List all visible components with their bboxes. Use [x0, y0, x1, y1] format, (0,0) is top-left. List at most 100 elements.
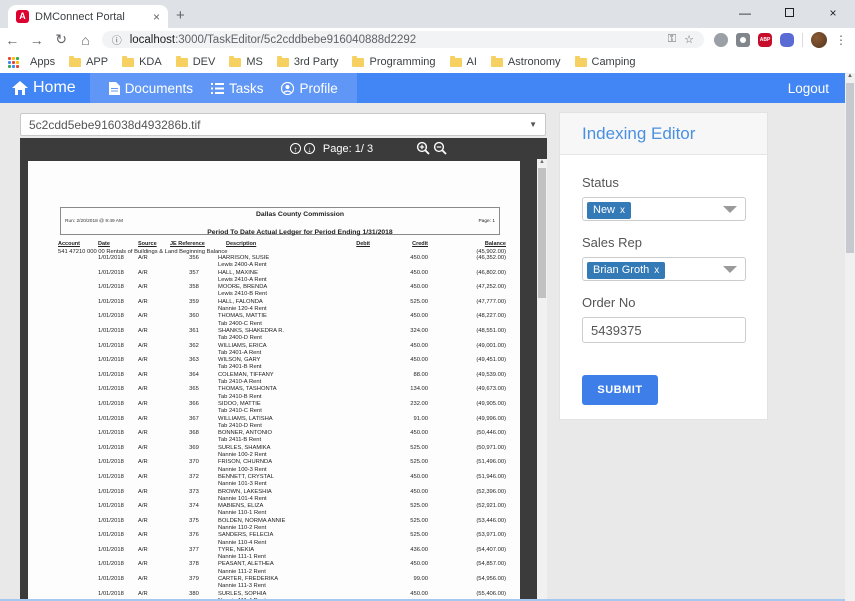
extension-icon[interactable]	[714, 33, 728, 47]
bookmark-star-icon[interactable]: ☆	[684, 33, 694, 46]
tab-title: DMConnect Portal	[35, 11, 149, 23]
document-icon	[109, 82, 120, 95]
site-info-icon[interactable]: ⓘ	[112, 32, 122, 47]
ledger-page-number: Page: 1	[449, 219, 499, 224]
bookmark-folder[interactable]: Camping	[575, 56, 636, 68]
url-text[interactable]: localhost:3000/TaskEditor/5c2cddbebe9160…	[130, 34, 660, 46]
browser-tab[interactable]: A DMConnect Portal ×	[8, 5, 168, 28]
page-scrollbar[interactable]: ▲	[845, 73, 855, 601]
ledger-row: 1/01/2018 A/R 378 PEASANT, ALETHEA 450.0…	[58, 561, 506, 576]
bookmark-folder[interactable]: KDA	[122, 56, 162, 68]
indexing-editor-panel: Indexing Editor Status Newx Sales Rep Br…	[559, 112, 768, 420]
nav-item-home[interactable]: Home	[12, 79, 76, 97]
sales-rep-select[interactable]: Brian Grothx	[582, 257, 746, 281]
zoom-in-icon[interactable]	[416, 141, 430, 155]
bookmark-apps[interactable]: Apps	[8, 56, 55, 68]
browser-toolbar: ← → ↻ ⌂ ⓘ localhost:3000/TaskEditor/5c2c…	[0, 28, 855, 51]
apps-grid-icon	[8, 57, 19, 68]
ledger-row: 1/01/2018 A/R 366 SIDOO, MATTIE 232.00 (…	[58, 401, 506, 416]
logout-link[interactable]: Logout	[788, 81, 829, 96]
folder-icon	[450, 58, 462, 67]
folder-icon	[69, 58, 81, 67]
bookmark-folder[interactable]: APP	[69, 56, 108, 68]
window-close-button[interactable]: ×	[811, 0, 855, 28]
ledger-row: 1/01/2018 A/R 357 HALL, MAXINE 450.00 (4…	[58, 270, 506, 285]
bookmark-folder[interactable]: DEV	[176, 56, 216, 68]
folder-icon	[491, 58, 503, 67]
ledger-row: 1/01/2018 A/R 377 TYRE, NEKIA 436.00 (54…	[58, 547, 506, 562]
bookmark-folder[interactable]: AI	[450, 56, 477, 68]
tab-close-icon[interactable]: ×	[153, 10, 160, 24]
forward-button[interactable]: →	[24, 32, 48, 48]
window-maximize-button[interactable]	[767, 0, 811, 28]
page-indicator: Page: 1/ 3	[323, 143, 373, 155]
window-minimize-button[interactable]: —	[723, 0, 767, 28]
bookmark-folder[interactable]: MS	[229, 56, 263, 68]
bookmark-folder[interactable]: Astronomy	[491, 56, 561, 68]
chrome-menu-icon[interactable]: ⋮	[835, 33, 847, 47]
ledger-column-headers: Account Date Source JE Reference Descrip…	[58, 241, 506, 247]
sales-rep-label: Sales Rep	[582, 235, 745, 250]
shield-extension-icon[interactable]	[780, 33, 794, 47]
reload-button[interactable]: ↻	[49, 31, 73, 48]
ledger-row: 1/01/2018 A/R 370 FRISON, CHURNDA 525.00…	[58, 459, 506, 474]
ledger-row: 1/01/2018 A/R 375 BOLDEN, NORMA ANNIE 52…	[58, 518, 506, 533]
page-down-icon[interactable]: ↓	[304, 143, 315, 154]
back-button[interactable]: ←	[0, 32, 24, 48]
document-file-select[interactable]: 5c2cdd5ebe916038d493286b.tif ▼	[20, 113, 546, 136]
password-key-icon[interactable]: ⚿	[668, 33, 676, 46]
order-no-input[interactable]	[582, 317, 746, 343]
folder-icon	[122, 58, 134, 67]
bookmark-folder[interactable]: Programming	[352, 56, 435, 68]
ledger-row: 1/01/2018 A/R 359 HALL, FALONDA 525.00 (…	[58, 299, 506, 314]
browser-window: A DMConnect Portal × + — × ← → ↻ ⌂ ⓘ loc…	[0, 0, 855, 601]
bookmark-folder[interactable]: 3rd Party	[277, 56, 339, 68]
browser-home-button[interactable]: ⌂	[73, 32, 97, 48]
ledger-title: Dallas County Commission	[256, 211, 344, 218]
selected-filename: 5c2cdd5ebe916038d493286b.tif	[29, 118, 201, 132]
nav-item-profile[interactable]: Profile	[281, 81, 337, 96]
page-up-icon[interactable]: ↑	[290, 143, 301, 154]
ledger-row: 1/01/2018 A/R 360 THOMAS, MATTIE 450.00 …	[58, 313, 506, 328]
tif-viewer: ↑ ↓ Page: 1/ 3 Run: 2/20/2018 @ 9:49 AM …	[20, 138, 547, 601]
home-icon	[12, 81, 28, 95]
folder-icon	[352, 58, 364, 67]
ledger-subtitle: Period To Date Actual Ledger for Period …	[207, 229, 392, 236]
sales-rep-tag: Brian Grothx	[587, 262, 665, 279]
ledger-row: 1/01/2018 A/R 376 SANDERS, FELECIA 525.0…	[58, 532, 506, 547]
document-canvas[interactable]: Run: 2/20/2018 @ 9:49 AM Dallas County C…	[20, 159, 537, 601]
folder-icon	[575, 58, 587, 67]
panel-header: Indexing Editor	[560, 113, 767, 155]
app-navbar: Home Documents Tasks Profile Logout	[0, 73, 845, 103]
ledger-row: 1/01/2018 A/R 364 COLEMAN, TIFFANY 88.00…	[58, 372, 506, 387]
new-tab-button[interactable]: +	[176, 7, 185, 24]
ledger-row: 1/01/2018 A/R 379 CARTER, FREDERIKA 99.0…	[58, 576, 506, 591]
ledger-row: 1/01/2018 A/R 361 SHANKS, SHAKEDRA R. 32…	[58, 328, 506, 343]
bookmarks-bar: Apps APP KDA DEV MS 3rd Party Programmin…	[0, 51, 855, 73]
screenshot-extension-icon[interactable]	[736, 33, 750, 47]
profile-avatar[interactable]	[811, 32, 827, 48]
nav-item-tasks[interactable]: Tasks	[211, 81, 264, 96]
ledger-row: 1/01/2018 A/R 356 HARRISON, SUSIE 450.00…	[58, 255, 506, 270]
ledger-row: 1/01/2018 A/R 374 MABIENS, ELIZA 525.00 …	[58, 503, 506, 518]
ledger-row: 1/01/2018 A/R 362 WILLIAMS, ERICA 450.00…	[58, 343, 506, 358]
viewer-scrollbar[interactable]: ▲	[537, 159, 547, 601]
submit-button[interactable]: SUBMIT	[582, 375, 658, 405]
ledger-row: 1/01/2018 A/R 363 WILSON, GARY 450.00 (4…	[58, 357, 506, 372]
ledger-row: 1/01/2018 A/R 365 THOMAS, TASHONTA 134.0…	[58, 386, 506, 401]
adblock-extension-icon[interactable]: ABP	[758, 33, 772, 47]
address-bar[interactable]: ⓘ localhost:3000/TaskEditor/5c2cddbebe91…	[102, 31, 704, 48]
task-list-icon	[211, 83, 224, 94]
profile-icon	[281, 82, 294, 95]
status-tag-remove-icon[interactable]: x	[620, 205, 625, 216]
sales-rep-tag-remove-icon[interactable]: x	[654, 265, 659, 276]
status-select[interactable]: Newx	[582, 197, 746, 221]
panel-title: Indexing Editor	[582, 124, 695, 144]
page-content: 5c2cdd5ebe916038d493286b.tif ▼ ↑ ↓ Page:…	[0, 103, 855, 601]
folder-icon	[229, 58, 241, 67]
folder-icon	[277, 58, 289, 67]
toolbar-divider	[802, 33, 803, 47]
zoom-out-icon[interactable]	[433, 141, 447, 155]
nav-item-documents[interactable]: Documents	[109, 81, 193, 96]
run-timestamp: Run: 2/20/2018 @ 9:49 AM	[61, 219, 151, 224]
